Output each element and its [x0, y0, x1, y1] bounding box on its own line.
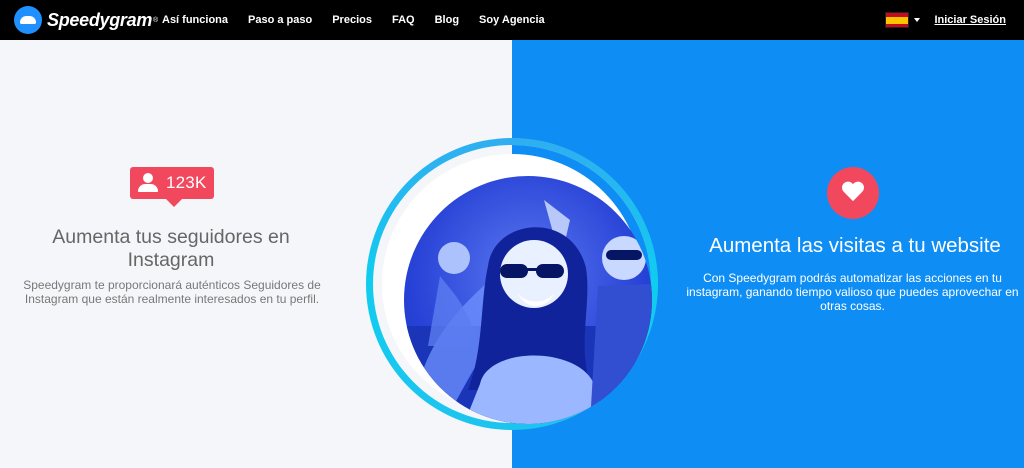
spain-flag-icon: [885, 12, 909, 28]
chevron-down-icon: [914, 18, 920, 22]
brand-logo[interactable]: Speedygram ®: [14, 6, 158, 34]
main-menu: Así funciona Paso a paso Precios FAQ Blo…: [162, 0, 565, 40]
featured-photo-ring: [366, 138, 658, 430]
heart-badge: [827, 167, 879, 219]
heart-icon: [841, 182, 865, 204]
people-photo: [404, 176, 652, 424]
website-visits-description: Con Speedygram podrás automatizar las ac…: [686, 271, 1019, 313]
followers-heading: Aumenta tus seguidores en Instagram: [52, 226, 290, 271]
nav-link-soy-agencia[interactable]: Soy Agencia: [479, 14, 545, 26]
website-visits-heading: Aumenta las visitas a tu website: [709, 234, 1001, 257]
brand-name: Speedygram: [47, 9, 153, 30]
nav-link-precios[interactable]: Precios: [332, 14, 372, 26]
followers-description: Speedygram te proporcionará auténticos S…: [23, 278, 321, 306]
nav-link-blog[interactable]: Blog: [435, 14, 459, 26]
language-selector[interactable]: [885, 12, 920, 28]
follower-count: 123K: [166, 173, 207, 192]
nav-link-faq[interactable]: FAQ: [392, 14, 415, 26]
login-link[interactable]: Iniciar Sesión: [934, 0, 1006, 40]
top-navigation: Speedygram ® Así funciona Paso a paso Pr…: [0, 0, 1024, 40]
nav-link-paso-a-paso[interactable]: Paso a paso: [248, 14, 312, 26]
registered-mark: ®: [153, 16, 159, 24]
nav-link-asi-funciona[interactable]: Así funciona: [162, 14, 228, 26]
speedygram-logo-icon: [14, 6, 42, 34]
photo-frame: [382, 154, 652, 424]
people-illustration: [404, 200, 652, 424]
followers-badge: 123K: [130, 167, 214, 207]
user-icon: [138, 173, 158, 193]
